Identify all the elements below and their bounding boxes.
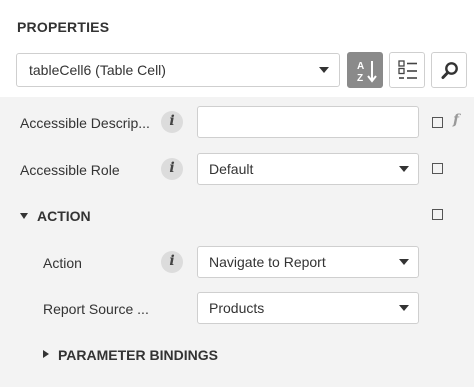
report-source-select[interactable]: Products: [197, 292, 419, 324]
chevron-down-icon: [319, 67, 329, 73]
properties-header: PROPERTIES tableCell6 (Table Cell) A Z: [0, 0, 474, 97]
checkbox[interactable]: [432, 117, 443, 128]
info-icon[interactable]: i: [161, 111, 183, 133]
accessible-description-input[interactable]: [197, 106, 419, 138]
chevron-down-icon: [399, 259, 409, 265]
object-selector[interactable]: tableCell6 (Table Cell): [16, 53, 340, 87]
group-header-action[interactable]: ACTION: [0, 193, 474, 239]
property-row-action: Action i Navigate to Report: [0, 239, 474, 285]
property-label: Report Source ...: [43, 301, 149, 317]
report-source-value: Products: [209, 300, 265, 316]
search-icon: [441, 62, 458, 79]
checkbox[interactable]: [432, 163, 443, 174]
expand-triangle-icon[interactable]: [43, 350, 49, 358]
categories-button[interactable]: [389, 52, 425, 88]
chevron-down-icon: [399, 166, 409, 172]
properties-grid: Accessible Descrip... i f Accessible Rol…: [0, 97, 474, 387]
accessible-role-select[interactable]: Default: [197, 153, 419, 185]
group-title: ACTION: [37, 208, 91, 224]
categories-icon: [398, 60, 417, 79]
property-row-report-source: Report Source ... Products: [0, 285, 474, 331]
svg-text:Z: Z: [357, 73, 363, 84]
object-selector-value: tableCell6 (Table Cell): [29, 62, 166, 78]
group-title: PARAMETER BINDINGS: [58, 347, 218, 363]
property-label: Accessible Descrip...: [20, 115, 150, 131]
sort-alphabetical-button[interactable]: A Z: [347, 52, 383, 88]
panel-title: PROPERTIES: [17, 19, 110, 35]
expression-icon[interactable]: f: [453, 112, 459, 128]
group-header-parameter-bindings[interactable]: PARAMETER BINDINGS: [0, 331, 474, 377]
info-icon[interactable]: i: [161, 158, 183, 180]
property-label: Action: [43, 255, 82, 271]
action-value: Navigate to Report: [209, 254, 326, 270]
property-row-accessible-role: Accessible Role i Default: [0, 147, 474, 193]
action-select[interactable]: Navigate to Report: [197, 246, 419, 278]
property-label: Accessible Role: [20, 162, 120, 178]
collapse-triangle-icon[interactable]: [20, 213, 28, 219]
svg-text:A: A: [357, 61, 364, 72]
sort-alphabetical-icon: A Z: [357, 61, 377, 84]
accessible-role-value: Default: [209, 161, 254, 177]
property-row-accessible-description: Accessible Descrip... i f: [0, 97, 474, 147]
search-button[interactable]: [431, 52, 467, 88]
info-icon[interactable]: i: [161, 251, 183, 273]
chevron-down-icon: [399, 305, 409, 311]
checkbox[interactable]: [432, 209, 443, 220]
